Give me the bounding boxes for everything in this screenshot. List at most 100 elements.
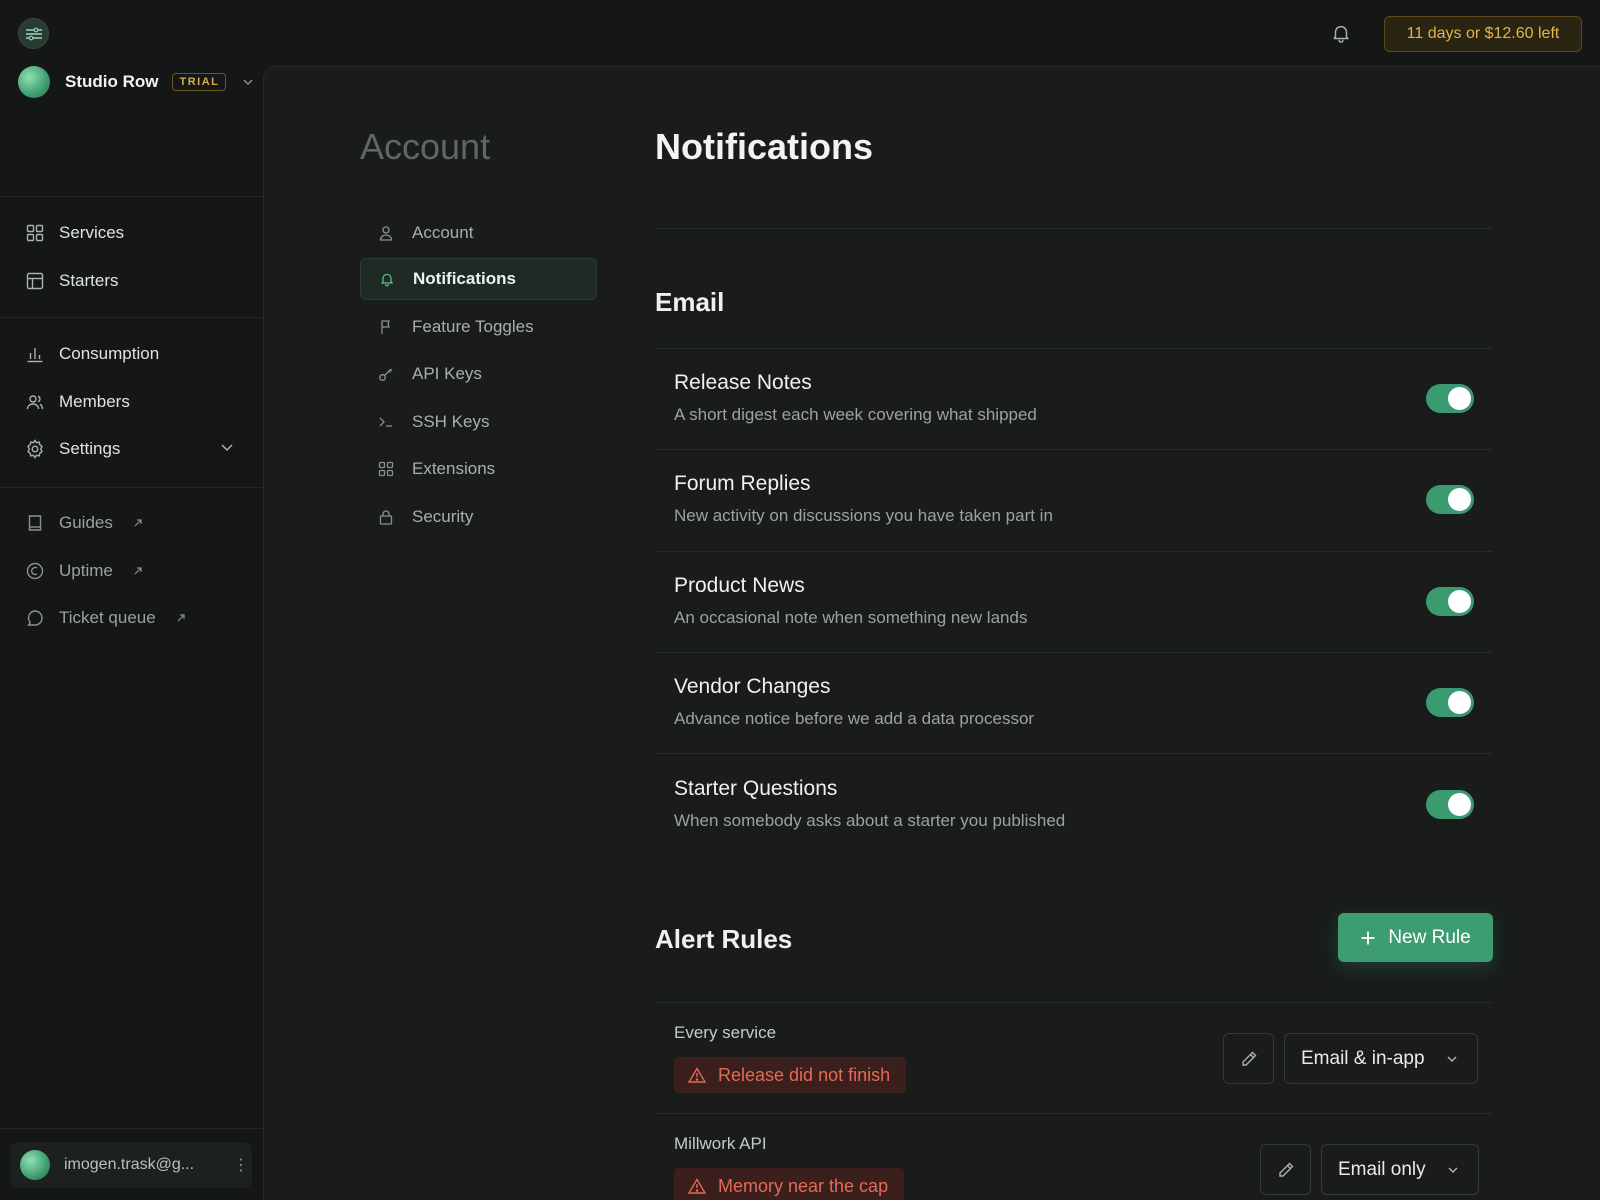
subnav-label: Account — [412, 223, 474, 242]
external-link-icon — [176, 613, 186, 623]
toggle-knob — [1448, 590, 1471, 613]
pref-title: Starter Questions — [674, 777, 838, 800]
new-rule-label: New Rule — [1388, 926, 1471, 948]
chat-icon — [25, 608, 45, 628]
divider — [0, 317, 263, 318]
rule-scope: Every service — [674, 1023, 777, 1042]
subnav-item-notifications[interactable]: Notifications — [360, 258, 597, 300]
top-bar: 11 days or $12.60 left — [0, 0, 1600, 66]
page-title: Notifications — [655, 126, 874, 167]
trial-remaining-label: 11 days or $12.60 left — [1406, 25, 1560, 42]
avatar — [20, 1150, 50, 1180]
warning-icon — [688, 1178, 706, 1194]
rule-scope: Millwork API — [674, 1134, 767, 1153]
external-link-icon — [133, 518, 143, 528]
trial-remaining-badge[interactable]: 11 days or $12.60 left — [1384, 16, 1582, 52]
rule-trigger: Release did not finish — [718, 1064, 891, 1085]
channel-select[interactable]: Email only — [1321, 1144, 1479, 1195]
vendor-changes-toggle[interactable] — [1426, 688, 1474, 717]
email-section-title: Email — [655, 287, 725, 317]
pref-title: Vendor Changes — [674, 675, 831, 698]
pref-title: Release Notes — [674, 371, 812, 394]
channel-select[interactable]: Email & in-app — [1284, 1033, 1478, 1084]
toggle-knob — [1448, 691, 1471, 714]
pref-description: When somebody asks about a starter you p… — [674, 811, 1066, 830]
subnav-label: Extensions — [412, 459, 496, 478]
release-notes-toggle[interactable] — [1426, 384, 1474, 413]
forum-replies-toggle[interactable] — [1426, 485, 1474, 514]
chevron-down-icon — [1445, 1052, 1459, 1066]
users-icon — [25, 392, 45, 412]
toggle-knob — [1448, 793, 1471, 816]
channel-value: Email & in-app — [1301, 1047, 1425, 1069]
pref-description: An occasional note when something new la… — [674, 608, 1028, 627]
grid-icon — [25, 223, 45, 243]
gear-icon — [25, 439, 45, 459]
notification-pref-row: Release Notes A short digest each week c… — [655, 349, 1492, 449]
toggle-knob — [1448, 387, 1471, 410]
warning-icon — [688, 1067, 706, 1083]
chevron-down-icon — [1446, 1163, 1460, 1177]
org-name: Studio Row — [65, 72, 159, 91]
divider — [655, 228, 1492, 229]
nav-item-settings[interactable]: Settings — [25, 435, 120, 463]
pref-description: New activity on discussions you have tak… — [674, 506, 1053, 525]
nav-item-consumption[interactable]: Consumption — [25, 340, 159, 368]
alert-rules-title: Alert Rules — [655, 924, 793, 954]
pref-title: Forum Replies — [674, 472, 811, 495]
edit-rule-button[interactable] — [1223, 1033, 1274, 1084]
subnav-item-ssh-keys[interactable]: SSH Keys — [360, 401, 597, 443]
nav-item-members[interactable]: Members — [25, 388, 130, 416]
terminal-icon — [378, 414, 394, 430]
nav-item-uptime[interactable]: Uptime — [25, 557, 143, 585]
subnav-item-extensions[interactable]: Extensions — [360, 448, 597, 490]
menu-icon[interactable] — [18, 18, 49, 49]
user-icon — [378, 225, 394, 241]
chevron-down-icon[interactable] — [219, 439, 235, 455]
pref-description: A short digest each week covering what s… — [674, 405, 1037, 424]
more-vertical-icon[interactable]: ⋮ — [233, 1155, 249, 1175]
new-rule-button[interactable]: New Rule — [1338, 913, 1493, 962]
user-menu[interactable]: imogen.trask@g... ⋮ — [10, 1142, 252, 1188]
nav-item-ticket-queue[interactable]: Ticket queue — [25, 604, 186, 632]
key-icon — [378, 366, 394, 382]
trial-badge: TRIAL — [172, 73, 227, 91]
starter-questions-toggle[interactable] — [1426, 790, 1474, 819]
subnav-label: API Keys — [412, 364, 482, 383]
product-news-toggle[interactable] — [1426, 587, 1474, 616]
notification-pref-row: Vendor Changes Advance notice before we … — [655, 653, 1492, 753]
toggle-knob — [1448, 488, 1471, 511]
subnav-item-api-keys[interactable]: API Keys — [360, 353, 597, 395]
pencil-icon — [1277, 1161, 1295, 1179]
subnav-label: Security — [412, 507, 474, 526]
layout-icon — [25, 271, 45, 291]
divider — [0, 487, 263, 488]
alert-rule-row: Every service Release did not finish Ema… — [655, 1003, 1492, 1113]
nav-label: Services — [59, 223, 125, 242]
nav-label: Ticket queue — [59, 608, 156, 627]
bar-chart-icon — [25, 344, 45, 364]
status-icon — [25, 561, 45, 581]
subnav-item-security[interactable]: Security — [360, 496, 597, 538]
org-switcher[interactable]: Studio Row TRIAL — [18, 66, 255, 98]
nav-item-starters[interactable]: Starters — [25, 267, 119, 295]
org-avatar — [18, 66, 50, 98]
rule-trigger-badge: Release did not finish — [674, 1057, 907, 1093]
nav-label: Starters — [59, 271, 119, 290]
subnav-item-feature-toggles[interactable]: Feature Toggles — [360, 306, 597, 348]
chevron-down-icon — [241, 75, 255, 89]
channel-value: Email only — [1338, 1158, 1426, 1180]
rule-trigger-badge: Memory near the cap — [674, 1168, 905, 1200]
subnav-label: SSH Keys — [412, 412, 490, 431]
pencil-icon — [1240, 1050, 1258, 1068]
rule-trigger: Memory near the cap — [718, 1175, 889, 1196]
external-link-icon — [133, 566, 143, 576]
nav-label: Guides — [59, 513, 113, 532]
nav-item-services[interactable]: Services — [25, 219, 124, 247]
edit-rule-button[interactable] — [1260, 1144, 1311, 1195]
plus-icon — [1360, 930, 1376, 946]
bell-icon[interactable] — [1330, 22, 1352, 44]
subnav-item-account[interactable]: Account — [360, 212, 597, 254]
pref-title: Product News — [674, 574, 805, 597]
nav-item-guides[interactable]: Guides — [25, 509, 143, 537]
